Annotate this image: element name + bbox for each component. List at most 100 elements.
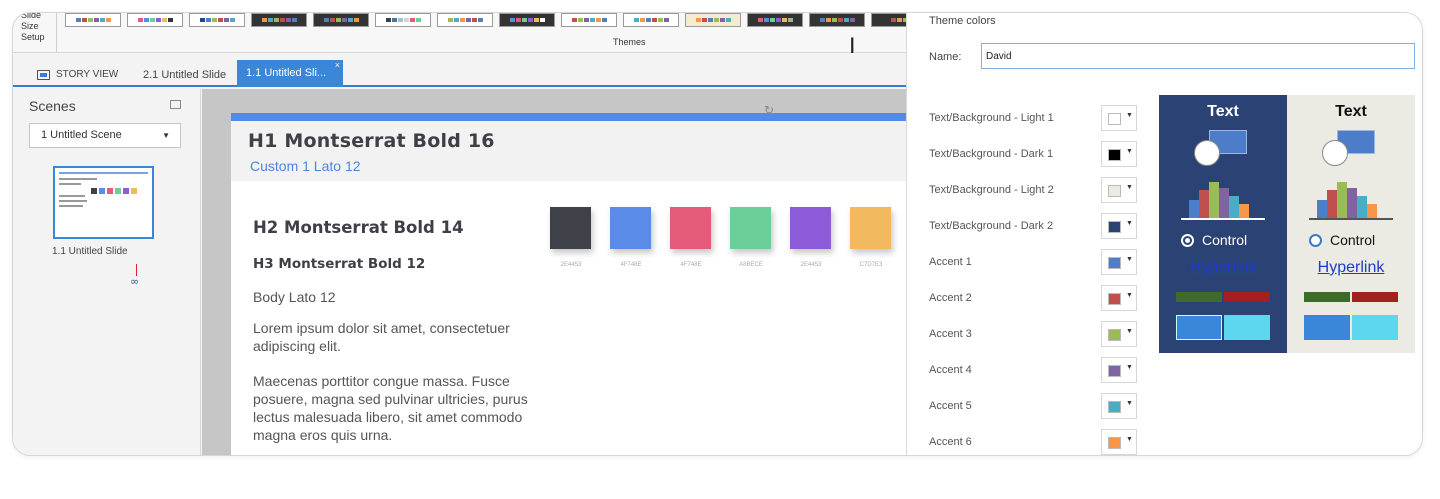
slide-size-line: Setup bbox=[21, 32, 45, 42]
chevron-down-icon: ▼ bbox=[1126, 364, 1133, 371]
theme-color-label: Accent 5 bbox=[929, 400, 972, 412]
theme-color-label: Accent 4 bbox=[929, 364, 972, 376]
theme-thumbnail[interactable] bbox=[65, 13, 121, 27]
theme-color-label: Text/Background - Dark 2 bbox=[929, 220, 1054, 232]
color-swatch[interactable] bbox=[610, 207, 651, 249]
chevron-down-icon: ▼ bbox=[1126, 148, 1133, 155]
slide-header: H1 Montserrat Bold 16 Custom 1 Lato 12 bbox=[231, 121, 906, 181]
chevron-down-icon: ▼ bbox=[1126, 400, 1133, 407]
preview-thin-bars bbox=[1176, 292, 1270, 302]
color-swatch[interactable] bbox=[790, 207, 831, 249]
chevron-down-icon: ▼ bbox=[1126, 328, 1133, 335]
theme-thumbnail[interactable] bbox=[623, 13, 679, 27]
theme-thumbnail[interactable] bbox=[189, 13, 245, 27]
swatch-hex-code: C7D7E3 bbox=[859, 262, 883, 268]
color-swatch[interactable] bbox=[550, 207, 591, 249]
color-swatch[interactable] bbox=[730, 207, 771, 249]
tab-slide-2-1[interactable]: 2.1 Untitled Slide bbox=[143, 64, 226, 86]
theme-thumbnail[interactable] bbox=[809, 13, 865, 27]
theme-name-input[interactable] bbox=[981, 43, 1415, 69]
preview-thin-bars bbox=[1304, 292, 1398, 302]
color-swatch[interactable] bbox=[850, 207, 891, 249]
slide-canvas[interactable]: ↻ H1 Montserrat Bold 16 Custom 1 Lato 12… bbox=[202, 89, 906, 455]
theme-color-label: Accent 1 bbox=[929, 256, 972, 268]
tab-story-view-label: STORY VIEW bbox=[56, 69, 119, 80]
link-icon[interactable]: ∞ bbox=[130, 275, 139, 288]
body-text[interactable]: Body Lato 12 bbox=[253, 289, 336, 305]
theme-thumbnail[interactable] bbox=[127, 13, 183, 27]
panel-title: Theme colors bbox=[929, 15, 996, 27]
chevron-down-icon: ▼ bbox=[1126, 436, 1133, 443]
color-picker-button[interactable]: ▼ bbox=[1101, 285, 1137, 311]
theme-thumbnail[interactable] bbox=[871, 13, 906, 27]
theme-thumbnail[interactable] bbox=[251, 13, 307, 27]
slide-size-setup-button[interactable]: Slide Size Setup bbox=[13, 13, 57, 53]
theme-color-row: Accent 5 ▼ bbox=[929, 393, 1139, 421]
theme-thumbnail[interactable] bbox=[499, 13, 555, 27]
preview-thick-bars bbox=[1176, 315, 1270, 340]
theme-color-label: Text/Background - Dark 1 bbox=[929, 148, 1054, 160]
thumbnail-swatches bbox=[91, 188, 137, 194]
theme-thumbnail[interactable] bbox=[747, 13, 803, 27]
color-chip bbox=[1108, 293, 1121, 305]
preview-title: Text bbox=[1335, 103, 1367, 120]
color-picker-button[interactable]: ▼ bbox=[1101, 393, 1137, 419]
ribbon: Slide Size Setup Themes I bbox=[13, 13, 906, 59]
color-chip bbox=[1108, 149, 1121, 161]
theme-color-row: Text/Background - Light 2 ▼ bbox=[929, 177, 1139, 205]
slide[interactable]: H1 Montserrat Bold 16 Custom 1 Lato 12 H… bbox=[231, 113, 906, 455]
custom-1-text[interactable]: Custom 1 Lato 12 bbox=[250, 158, 361, 174]
story-view-icon bbox=[37, 70, 50, 80]
color-picker-button[interactable]: ▼ bbox=[1101, 105, 1137, 131]
swatch-hex-code: A8BECE bbox=[739, 262, 763, 268]
scene-dropdown-value: 1 Untitled Scene bbox=[41, 129, 122, 141]
theme-color-label: Text/Background - Light 1 bbox=[929, 112, 1054, 124]
theme-thumbnail[interactable] bbox=[313, 13, 369, 27]
close-tab-icon[interactable]: × bbox=[335, 52, 340, 79]
color-picker-button[interactable]: ▼ bbox=[1101, 141, 1137, 167]
app-window: Slide Size Setup Themes I STORY VIEW 2.1… bbox=[12, 12, 1423, 456]
theme-color-label: Text/Background - Light 2 bbox=[929, 184, 1054, 196]
scene-dropdown[interactable]: 1 Untitled Scene ▼ bbox=[29, 123, 181, 148]
preview-bar-chart-icon bbox=[1309, 180, 1393, 220]
color-picker-button[interactable]: ▼ bbox=[1101, 357, 1137, 383]
theme-thumbnail[interactable] bbox=[561, 13, 617, 27]
theme-thumbnail[interactable] bbox=[375, 13, 431, 27]
theme-color-row: Accent 6 ▼ bbox=[929, 429, 1139, 455]
chevron-down-icon: ▼ bbox=[1126, 220, 1133, 227]
themes-group-label: Themes bbox=[613, 37, 646, 47]
swatch-hex-code: 2E4453 bbox=[560, 262, 582, 268]
swatch-hex-code: 4F748E bbox=[680, 262, 702, 268]
color-picker-button[interactable]: ▼ bbox=[1101, 249, 1137, 275]
color-chip bbox=[1108, 257, 1121, 269]
chevron-down-icon: ▼ bbox=[162, 131, 170, 140]
color-picker-button[interactable]: ▼ bbox=[1101, 429, 1137, 455]
heading-3[interactable]: H3 Montserrat Bold 12 bbox=[253, 256, 425, 272]
theme-thumbnail[interactable] bbox=[437, 13, 493, 27]
preview-control-label: Control bbox=[1330, 232, 1376, 248]
thumbnail-text-line bbox=[59, 183, 81, 185]
swatch-hex-code: 4F748E bbox=[620, 262, 642, 268]
theme-color-row: Text/Background - Dark 1 ▼ bbox=[929, 141, 1139, 169]
color-swatch[interactable] bbox=[670, 207, 711, 249]
color-picker-button[interactable]: ▼ bbox=[1101, 177, 1137, 203]
thumbnail-header-bar bbox=[59, 172, 148, 174]
theme-thumbnail[interactable] bbox=[685, 13, 741, 27]
heading-2[interactable]: H2 Montserrat Bold 14 bbox=[253, 218, 464, 237]
paragraph[interactable]: Maecenas porttitor congue massa. Fusce p… bbox=[253, 372, 533, 444]
slide-thumbnail[interactable] bbox=[53, 166, 154, 239]
thumbnail-text-line bbox=[59, 195, 85, 197]
color-chip bbox=[1108, 365, 1121, 377]
color-chip bbox=[1108, 221, 1121, 233]
color-picker-button[interactable]: ▼ bbox=[1101, 213, 1137, 239]
tab-story-view[interactable]: STORY VIEW bbox=[37, 64, 118, 86]
color-picker-button[interactable]: ▼ bbox=[1101, 321, 1137, 347]
heading-1[interactable]: H1 Montserrat Bold 16 bbox=[248, 130, 495, 152]
themes-gallery[interactable] bbox=[61, 13, 906, 39]
paragraph[interactable]: Lorem ipsum dolor sit amet, consectetuer… bbox=[253, 319, 533, 355]
slide-thumbnail-label: 1.1 Untitled Slide bbox=[52, 246, 128, 257]
preview-title: Text bbox=[1207, 103, 1239, 120]
collapse-panel-icon[interactable] bbox=[170, 100, 181, 109]
tab-slide-1-1[interactable]: 1.1 Untitled Sli... × bbox=[237, 60, 343, 87]
theme-color-row: Accent 1 ▼ bbox=[929, 249, 1139, 277]
